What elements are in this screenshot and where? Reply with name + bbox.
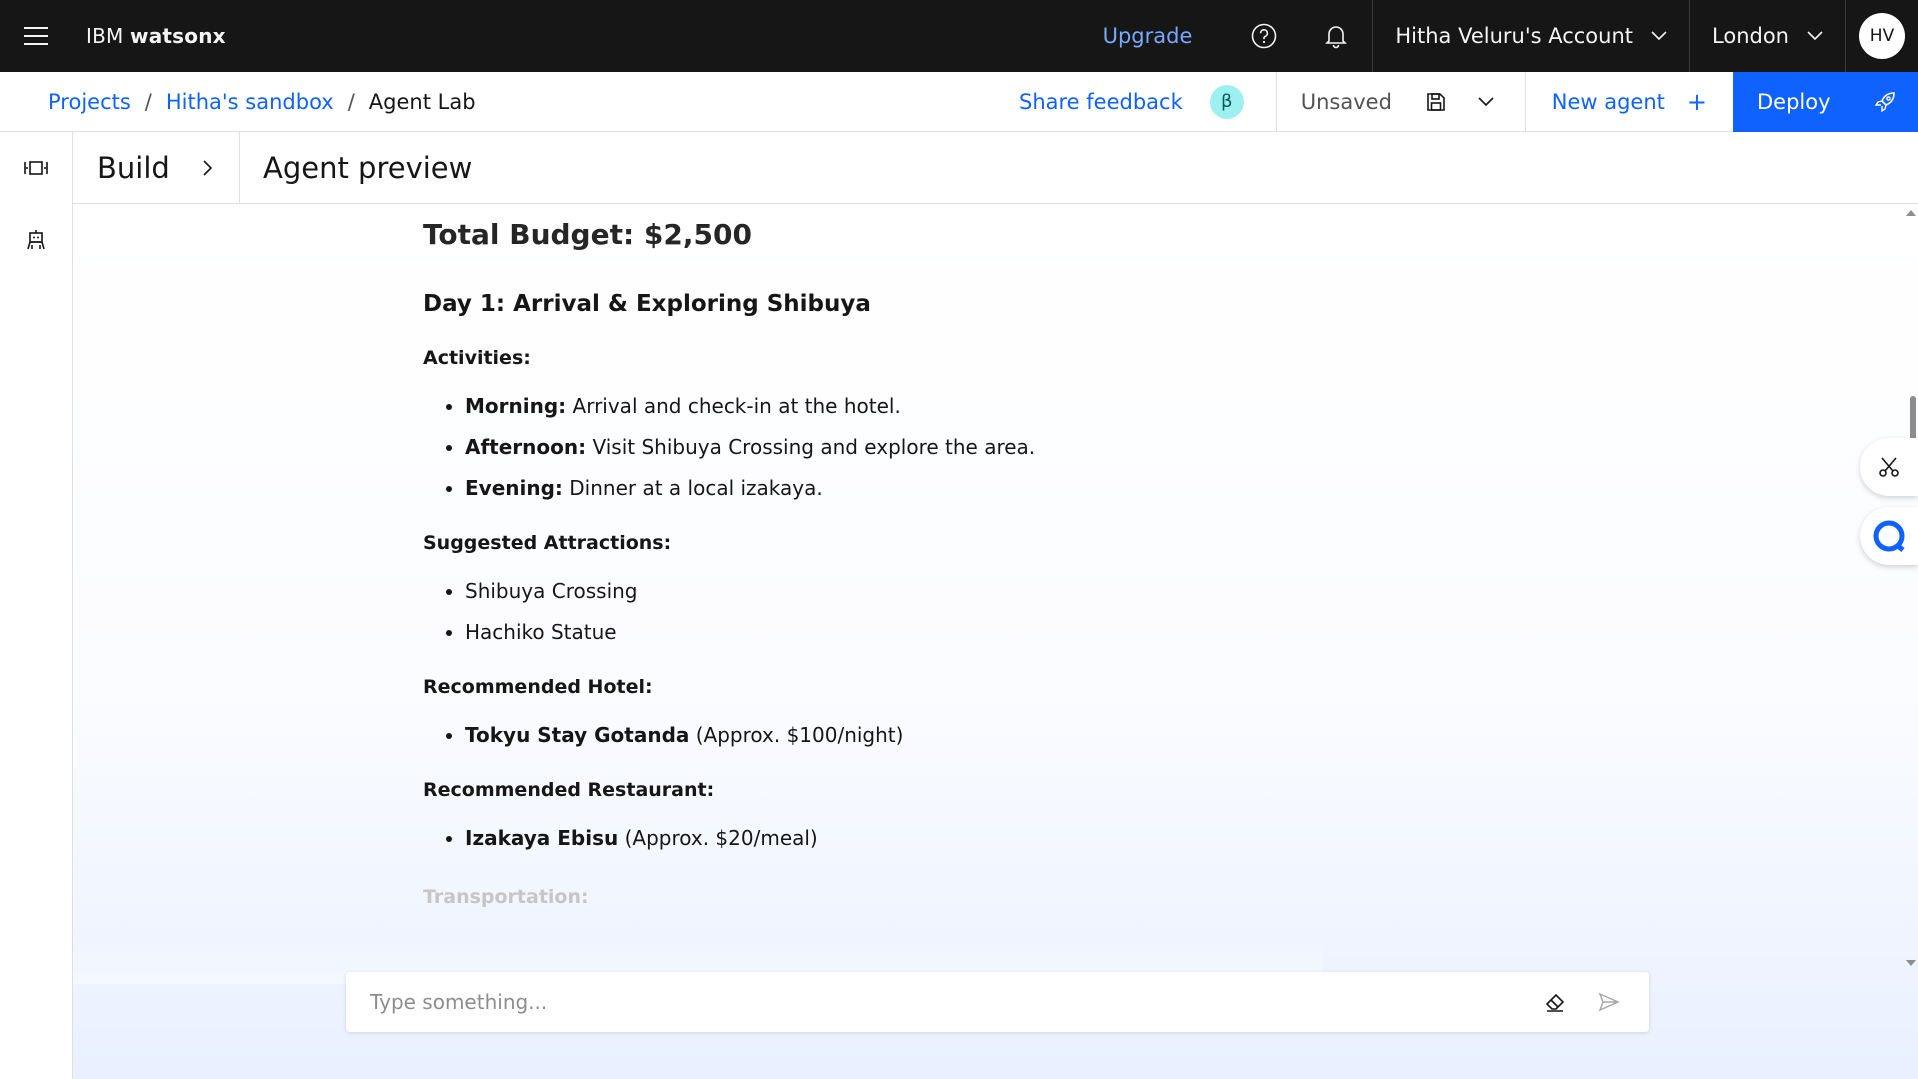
help-icon (1252, 23, 1277, 49)
eraser-icon (1545, 993, 1565, 1012)
restaurant-heading: Recommended Restaurant: (423, 779, 715, 801)
item-text: Visit Shibuya Crossing and explore the a… (586, 435, 1036, 459)
build-label: Build (97, 150, 170, 185)
chevron-right-icon (203, 159, 213, 176)
breadcrumb-separator: / (144, 89, 152, 114)
attractions-heading: Suggested Attractions: (423, 532, 672, 554)
breadcrumb: Projects / Hitha's sandbox / Agent Lab (48, 90, 476, 114)
new-agent-button[interactable]: New agent + (1526, 72, 1733, 132)
global-header: IBM watsonx Upgrade Hitha Veluru's Accou… (0, 0, 1918, 72)
snip-button[interactable] (1860, 438, 1918, 496)
chat-assistant-button[interactable] (1860, 507, 1918, 565)
breadcrumb-current: Agent Lab (368, 89, 476, 114)
chat-response: Total Budget: $2,500 Day 1: Arrival & Ex… (423, 204, 1323, 974)
beta-badge: β (1209, 84, 1244, 119)
user-profile-button[interactable]: HV (1846, 0, 1918, 72)
layout-icon (24, 161, 48, 175)
item-text: Dinner at a local izakaya. (562, 476, 823, 500)
budget-heading: Total Budget: $2,500 (423, 218, 752, 251)
scrollbar[interactable] (1900, 204, 1918, 974)
chat-input-box (346, 972, 1649, 1032)
new-agent-label: New agent (1551, 89, 1665, 114)
scissors-icon (1879, 457, 1899, 477)
send-button[interactable] (1589, 982, 1629, 1022)
chat-input[interactable] (370, 990, 1521, 1014)
activities-list: Morning: Arrival and check-in at the hot… (465, 393, 1323, 502)
agent-button[interactable] (0, 204, 72, 276)
save-options-button[interactable] (1461, 72, 1511, 132)
list-item: Tokyu Stay Gotanda (Approx. $100/night) (465, 722, 1323, 749)
breadcrumb-separator: / (347, 89, 355, 114)
scroll-up-icon[interactable] (1906, 210, 1916, 216)
list-item: Evening: Dinner at a local izakaya. (465, 475, 1323, 502)
chevron-down-icon (1807, 31, 1823, 41)
menu-icon (24, 27, 48, 45)
save-button[interactable] (1411, 72, 1461, 132)
activities-heading: Activities: (423, 347, 531, 369)
product-name[interactable]: IBM watsonx (86, 24, 226, 48)
avatar: HV (1859, 13, 1905, 59)
add-icon: + (1686, 87, 1707, 116)
panel-header: Build Agent preview (73, 131, 1918, 204)
attractions-list: Shibuya Crossing Hachiko Statue (465, 578, 1323, 646)
account-switcher[interactable]: Hitha Veluru's Account (1373, 0, 1689, 72)
build-toggle[interactable]: Build (73, 131, 240, 204)
breadcrumb-sandbox[interactable]: Hitha's sandbox (166, 90, 334, 114)
region-name: London (1712, 24, 1789, 48)
agent-preview-panel: Total Budget: $2,500 Day 1: Arrival & Ex… (73, 204, 1918, 1079)
rocket-icon (1874, 91, 1895, 112)
item-text: (Approx. $20/meal) (618, 826, 818, 850)
list-item: Hachiko Statue (465, 619, 1323, 646)
save-status: Unsaved (1300, 89, 1392, 114)
hotel-list: Tokyu Stay Gotanda (Approx. $100/night) (465, 722, 1323, 749)
page-title: Agent preview (263, 150, 473, 185)
item-label: Tokyu Stay Gotanda (465, 723, 690, 747)
side-rail (0, 132, 73, 1079)
layout-toggle-button[interactable] (0, 132, 72, 204)
item-label: Afternoon: (465, 435, 587, 459)
chat-icon (1873, 520, 1905, 552)
notifications-button[interactable] (1300, 0, 1372, 72)
list-item: Shibuya Crossing (465, 578, 1323, 605)
clear-chat-button[interactable] (1535, 982, 1575, 1022)
day-heading: Day 1: Arrival & Exploring Shibuya (423, 291, 871, 317)
chevron-down-icon (1651, 31, 1667, 41)
item-text: Arrival and check-in at the hotel. (566, 394, 901, 418)
list-item: Izakaya Ebisu (Approx. $20/meal) (465, 825, 1323, 852)
share-feedback-link[interactable]: Share feedback (1019, 90, 1183, 114)
save-icon (1426, 92, 1445, 111)
help-button[interactable] (1228, 0, 1300, 72)
chevron-down-icon (1478, 96, 1494, 106)
brand-prefix: IBM (86, 24, 124, 48)
list-item: Afternoon: Visit Shibuya Crossing and ex… (465, 434, 1323, 461)
list-item: Morning: Arrival and check-in at the hot… (465, 393, 1323, 420)
restaurant-list: Izakaya Ebisu (Approx. $20/meal) (465, 825, 1323, 852)
notification-icon (1325, 26, 1348, 49)
item-text: (Approx. $100/night) (689, 723, 904, 747)
item-label: Morning: (465, 394, 567, 418)
deploy-button[interactable]: Deploy (1733, 71, 1918, 132)
agent-icon (27, 230, 45, 250)
menu-button[interactable] (0, 0, 72, 72)
transport-heading: Transportation: (423, 886, 589, 908)
upgrade-link[interactable]: Upgrade (1067, 24, 1229, 48)
scroll-down-icon[interactable] (1906, 960, 1916, 966)
brand-name: watsonx (130, 24, 226, 48)
region-switcher[interactable]: London (1690, 0, 1845, 72)
send-icon (1598, 992, 1620, 1012)
breadcrumb-projects[interactable]: Projects (48, 90, 131, 114)
item-label: Evening: (465, 476, 563, 500)
item-label: Izakaya Ebisu (465, 826, 619, 850)
hotel-heading: Recommended Hotel: (423, 676, 653, 698)
project-toolbar: Projects / Hitha's sandbox / Agent Lab S… (0, 71, 1918, 132)
deploy-label: Deploy (1757, 89, 1831, 114)
account-name: Hitha Veluru's Account (1395, 24, 1634, 48)
